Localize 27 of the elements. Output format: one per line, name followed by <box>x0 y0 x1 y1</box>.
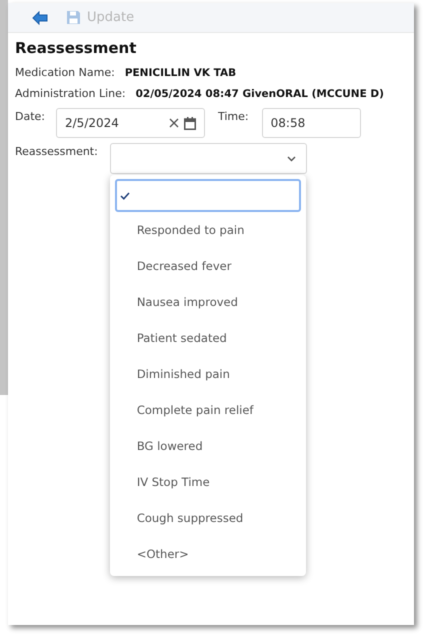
dropdown-option[interactable]: BG lowered <box>114 428 301 464</box>
dropdown-option[interactable]: Diminished pain <box>114 356 301 392</box>
dropdown-option[interactable]: Responded to pain <box>114 212 301 248</box>
medication-name: PENICILLIN VK TAB <box>124 66 236 78</box>
field-label: Date: <box>15 109 45 123</box>
dropdown-option[interactable]: Cough suppressed <box>114 500 301 536</box>
time-field[interactable]: 08:58 <box>262 108 361 138</box>
administration-line: 02/05/2024 08:47 GivenORAL (MCCUNE D) <box>136 88 384 100</box>
dropdown-option[interactable]: Decreased fever <box>114 248 301 284</box>
checkmark-icon <box>120 192 130 200</box>
dropdown-option[interactable]: Patient sedated <box>114 320 301 356</box>
clear-icon[interactable] <box>169 118 179 128</box>
dropdown-option[interactable]: Complete pain relief <box>114 392 301 428</box>
arrow-left-icon <box>32 10 48 24</box>
dropdown-option[interactable]: Nausea improved <box>114 284 301 320</box>
field-label: Time: <box>218 109 249 123</box>
field-label: Reassessment: <box>15 144 98 158</box>
save-icon <box>66 10 81 25</box>
field-label: Administration Line: <box>15 87 126 100</box>
chevron-down-icon <box>286 156 296 162</box>
dropdown-option[interactable]: <Other> <box>114 536 301 572</box>
form-title: Reassessment <box>15 39 138 57</box>
dropdown-option[interactable]: IV Stop Time <box>114 464 301 500</box>
date-field[interactable]: 2/5/2024 <box>56 108 205 138</box>
calendar-icon[interactable] <box>184 116 196 130</box>
back-button[interactable] <box>30 8 50 26</box>
field-label: Medication Name: <box>15 66 115 79</box>
